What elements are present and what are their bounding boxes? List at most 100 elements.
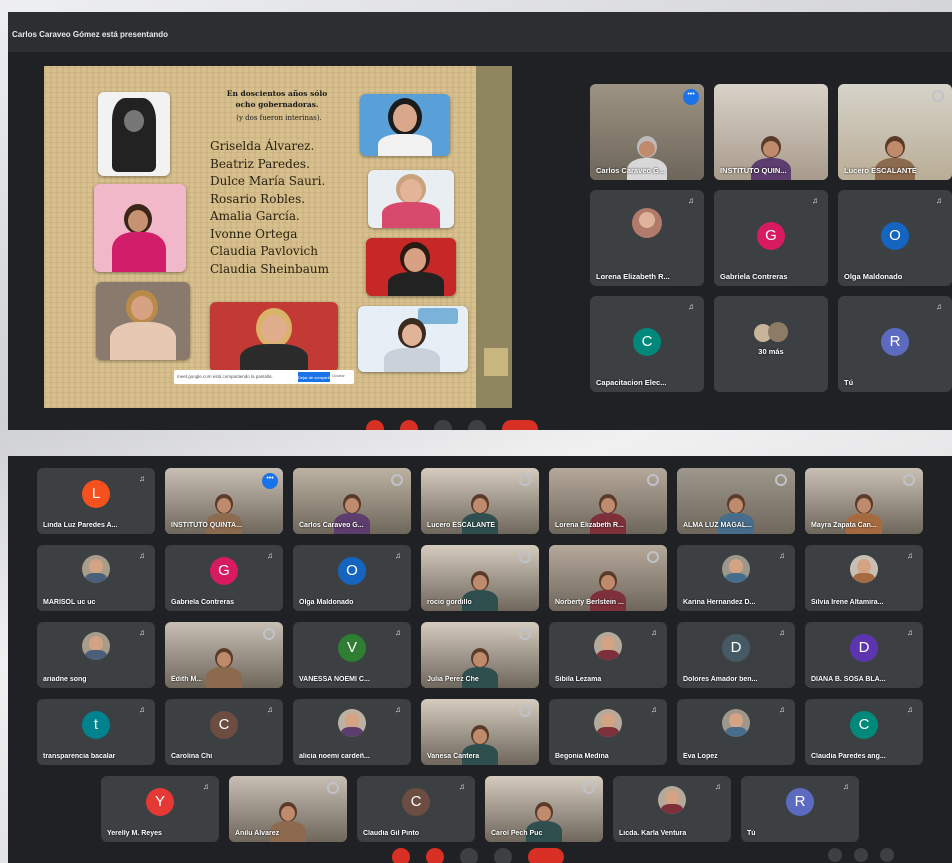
- participant-avatar: L: [82, 480, 110, 508]
- speaking-indicator-icon: [647, 474, 659, 486]
- participant-name: alicia noemi cardeñ...: [299, 753, 370, 760]
- participant-avatar: G: [757, 222, 785, 250]
- mic-off-icon: ♫: [651, 628, 657, 637]
- participant-tile[interactable]: ••• INSTITUTO QUINTA...: [165, 468, 283, 534]
- participant-tile[interactable]: D ♫ DIANA B. SOSA BLA...: [805, 622, 923, 688]
- camera-toggle-button[interactable]: [426, 848, 444, 863]
- participant-tile[interactable]: t ♫ transparencia bacalar: [37, 699, 155, 765]
- more-options-button[interactable]: [494, 848, 512, 863]
- participant-tile[interactable]: Edith M...: [165, 622, 283, 688]
- speaking-indicator-icon: [519, 705, 531, 717]
- participant-avatar: R: [881, 328, 909, 356]
- info-button[interactable]: [828, 848, 842, 862]
- participant-tile[interactable]: G ♫ Gabriela Contreras: [714, 190, 828, 286]
- raise-hand-button[interactable]: [468, 420, 486, 430]
- participant-tile[interactable]: C ♫ Capacitacion Elec...: [590, 296, 704, 392]
- participant-tile[interactable]: ♫ Karina Hernandez D...: [677, 545, 795, 611]
- participant-tile[interactable]: G ♫ Gabriela Contreras: [165, 545, 283, 611]
- participant-tile[interactable]: C ♫ Claudia Gil Pinto: [357, 776, 475, 842]
- participant-tile[interactable]: Lucero ESCALANTE: [421, 468, 539, 534]
- participant-tile[interactable]: Anilu Alvarez: [229, 776, 347, 842]
- participant-tile[interactable]: ♫ Licda. Karla Ventura: [613, 776, 731, 842]
- participant-tile[interactable]: Mayra Zapata Can...: [805, 468, 923, 534]
- mic-off-icon: ♫: [203, 782, 209, 791]
- participant-tile[interactable]: INSTITUTO QUIN...: [714, 84, 828, 180]
- participant-name: INSTITUTO QUINTA...: [171, 522, 242, 529]
- mic-off-icon: ♫: [395, 628, 401, 637]
- participant-tile[interactable]: Lorena Elizabeth R...: [549, 468, 667, 534]
- self-tile[interactable]: R ♫ Tú: [838, 296, 952, 392]
- mic-off-icon: ♫: [267, 705, 273, 714]
- participant-name: Carolina Chi: [171, 753, 213, 760]
- people-button[interactable]: [854, 848, 868, 862]
- mic-off-icon: ♫: [779, 705, 785, 714]
- participant-tile[interactable]: ♫ ariadne song: [37, 622, 155, 688]
- governor-name: Griselda Álvarez.: [210, 139, 315, 153]
- participant-tile[interactable]: ♫ Lorena Elizabeth R...: [590, 190, 704, 286]
- participant-photo: [594, 632, 622, 660]
- participant-tile[interactable]: Julia Perez Che: [421, 622, 539, 688]
- participant-tile[interactable]: rocio gordillo: [421, 545, 539, 611]
- mic-off-icon: ♫: [651, 705, 657, 714]
- participant-name: Gabriela Contreras: [171, 599, 235, 606]
- mic-off-icon: ♫: [715, 782, 721, 791]
- participant-tile[interactable]: C ♫ Carolina Chi: [165, 699, 283, 765]
- mic-toggle-button[interactable]: [366, 420, 384, 430]
- slide-photo-rosario: [360, 94, 450, 156]
- participant-photo: [722, 709, 750, 737]
- participant-tile[interactable]: D ♫ Dolores Amador ben...: [677, 622, 795, 688]
- slide-title-line2: ocho gobernadoras.: [235, 100, 319, 109]
- slide-title-line1: En doscientos años sólo: [226, 89, 328, 98]
- participant-tile[interactable]: ♫ Eva Lopez: [677, 699, 795, 765]
- participant-tile[interactable]: Y ♫ Yerelly M. Reyes: [101, 776, 219, 842]
- camera-toggle-button[interactable]: [400, 420, 418, 430]
- participant-tile[interactable]: ••• Carlos Caraveo G...: [590, 84, 704, 180]
- participant-name: Linda Luz Paredes A...: [43, 522, 118, 529]
- participant-tile[interactable]: ♫ Sibila Lezama: [549, 622, 667, 688]
- participant-name: Tú: [747, 830, 756, 837]
- governor-name: Beatriz Paredes.: [210, 156, 310, 171]
- participant-name: Lucero ESCALANTE: [844, 166, 917, 175]
- participant-tile[interactable]: C ♫ Claudia Paredes ang...: [805, 699, 923, 765]
- participant-tile[interactable]: L ♫ Linda Luz Paredes A...: [37, 468, 155, 534]
- participant-tile[interactable]: ♫ alicia noemi cardeñ...: [293, 699, 411, 765]
- participant-tile[interactable]: Lucero ESCALANTE: [838, 84, 952, 180]
- mic-off-icon: ♫: [907, 628, 913, 637]
- participant-name: Tú: [844, 378, 854, 387]
- participant-tile[interactable]: Carol Pech Puc: [485, 776, 603, 842]
- speaking-indicator-icon: [327, 782, 339, 794]
- more-options-icon[interactable]: •••: [683, 89, 699, 105]
- participant-tile[interactable]: ♫ MARISOL uc uc: [37, 545, 155, 611]
- participant-tile[interactable]: V ♫ VANESSA NOEMI C...: [293, 622, 411, 688]
- leave-call-button[interactable]: [528, 848, 564, 863]
- mic-off-icon: ♫: [395, 705, 401, 714]
- participant-tile[interactable]: O ♫ Olga Maldonado: [293, 545, 411, 611]
- participant-tile[interactable]: Vanesa Cantera: [421, 699, 539, 765]
- more-options-icon[interactable]: •••: [262, 473, 278, 489]
- more-participants-tile[interactable]: 30 más: [714, 296, 828, 392]
- mic-off-icon: ♫: [688, 302, 694, 311]
- participant-tile[interactable]: Norberty Berlstein ...: [549, 545, 667, 611]
- mic-toggle-button[interactable]: [392, 848, 410, 863]
- participant-name: MARISOL uc uc: [43, 599, 96, 606]
- present-button[interactable]: [460, 848, 478, 863]
- participant-name: Olga Maldonado: [299, 599, 354, 606]
- participant-tile[interactable]: O ♫ Olga Maldonado: [838, 190, 952, 286]
- participant-tile[interactable]: ALMA LUZ MAGAL...: [677, 468, 795, 534]
- share-notice-text: meet.google.com está compartiendo la pan…: [177, 374, 273, 379]
- participant-tile[interactable]: ♫ Silvia Irene Altamira...: [805, 545, 923, 611]
- leave-call-button[interactable]: [502, 420, 538, 430]
- participant-tile[interactable]: ♫ Begonia Medina: [549, 699, 667, 765]
- speaking-indicator-icon: [263, 628, 275, 640]
- self-tile[interactable]: R ♫ Tú: [741, 776, 859, 842]
- participant-name: ariadne song: [43, 676, 87, 683]
- hide-button[interactable]: Ocultar: [332, 373, 345, 378]
- participant-name: Anilu Alvarez: [235, 830, 280, 837]
- slide-photo-amalia: [368, 170, 454, 228]
- slide-side-strip: [476, 66, 512, 408]
- captions-button[interactable]: [434, 420, 452, 430]
- chat-button[interactable]: [880, 848, 894, 862]
- speaking-indicator-icon: [647, 551, 659, 563]
- stop-sharing-button[interactable]: Dejar de compartir: [298, 372, 331, 382]
- participant-tile[interactable]: Carlos Caraveo G...: [293, 468, 411, 534]
